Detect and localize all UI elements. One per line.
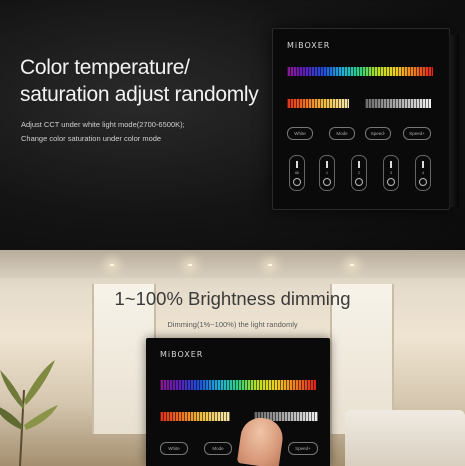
zone-1-button[interactable]: 1 [319,155,335,191]
zone-4-button[interactable]: 4 [415,155,431,191]
brightness-description: Dimming(1%~100%) the light randomly [167,320,298,329]
cct-section: Color temperature/ saturation adjust ran… [0,0,465,250]
power-icon [293,178,301,186]
remote-panel: MiBOXER White Mode Speed- Speed+ All 1 2… [272,28,459,210]
cct-description: Adjust CCT under white light mode(2700-6… [21,118,185,146]
zone-all-button[interactable]: All [289,155,305,191]
speed-down-button[interactable]: Speed- [365,127,391,140]
brand-logo: MiBOXER [160,350,204,359]
zone-label: 4 [421,170,425,175]
zone-label: All [294,170,300,175]
color-slider[interactable] [160,380,316,390]
saturation-slider[interactable] [160,412,230,421]
ceiling-light [268,264,272,266]
brand-logo: MiBOXER [287,41,331,50]
ceiling-light [350,264,354,266]
speed-up-button[interactable]: Speed+ [288,442,318,455]
cct-title: Color temperature/ saturation adjust ran… [20,54,259,108]
power-icon [355,178,363,186]
plant-icon [0,360,58,466]
white-button[interactable]: White [287,127,313,140]
speed-up-button[interactable]: Speed+ [403,127,431,140]
zone-label: 2 [357,170,361,175]
cct-desc-line1: Adjust CCT under white light mode(2700-6… [21,120,185,129]
brightness-title: 1~100% Brightness dimming [114,288,351,309]
power-icon [323,178,331,186]
ceiling-light [188,264,192,266]
cct-desc-line2: Change color saturation under color mode [21,134,162,143]
cct-title-line2: saturation adjust randomly [20,83,259,106]
ceiling-light [110,264,114,266]
zone-label: 3 [389,170,393,175]
mode-button[interactable]: Mode [204,442,232,455]
zone-label: 1 [325,170,329,175]
zone-2-button[interactable]: 2 [351,155,367,191]
color-slider[interactable] [287,67,433,76]
ceiling [0,250,465,278]
power-icon [387,178,395,186]
sofa [345,410,465,466]
cct-title-line1: Color temperature/ [20,56,190,79]
brightness-slider[interactable] [365,99,431,108]
white-button[interactable]: White [160,442,188,455]
product-image: Color temperature/ saturation adjust ran… [0,0,465,466]
mode-button[interactable]: Mode [329,127,355,140]
brightness-section: 1~100% Brightness dimming Dimming(1%~100… [0,250,465,466]
power-icon [419,178,427,186]
zone-3-button[interactable]: 3 [383,155,399,191]
saturation-slider[interactable] [287,99,349,108]
